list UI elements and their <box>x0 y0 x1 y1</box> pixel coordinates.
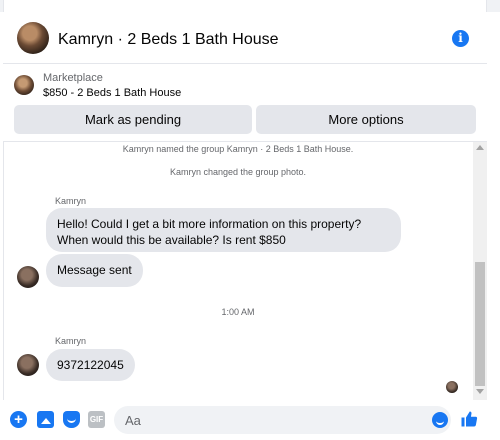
sender-avatar[interactable] <box>17 266 39 288</box>
plus-icon[interactable]: + <box>10 411 27 428</box>
scrollbar-thumb[interactable] <box>475 262 485 386</box>
chat-title[interactable]: Kamryn · 2 Beds 1 Bath House <box>58 31 279 49</box>
mark-as-pending-button[interactable]: Mark as pending <box>14 105 252 134</box>
sticker-icon[interactable] <box>63 411 80 428</box>
message-line: When would this be available? Is rent $8… <box>57 233 286 247</box>
group-avatar[interactable] <box>17 22 49 54</box>
system-message-photo-changed: Kamryn changed the group photo. <box>169 167 307 177</box>
marketplace-listing-card: Marketplace $850 - 2 Beds 1 Bath House M… <box>3 64 487 142</box>
scroll-up-arrow-icon[interactable] <box>476 145 484 150</box>
info-icon[interactable]: i <box>452 30 469 47</box>
listing-thumbnail[interactable] <box>14 75 34 95</box>
message-input-placeholder: Aa <box>125 413 141 428</box>
seen-receipt-avatar <box>446 381 458 393</box>
emoji-icon[interactable] <box>432 412 448 428</box>
photo-icon[interactable] <box>37 411 54 428</box>
chat-scrollbar[interactable] <box>473 142 487 400</box>
like-icon[interactable] <box>460 409 478 429</box>
message-timestamp: 1:00 AM <box>221 307 255 317</box>
system-message-renamed: Kamryn named the group Kamryn · 2 Beds 1… <box>122 144 354 154</box>
more-options-button[interactable]: More options <box>256 105 476 134</box>
gif-icon[interactable]: GIF <box>88 411 105 428</box>
message-sender-name: Kamryn <box>55 336 87 346</box>
message-composer: + GIF Aa <box>3 400 487 440</box>
message-line: Hello! Could I get a bit more informatio… <box>57 217 362 231</box>
message-sender-name: Kamryn <box>55 196 87 206</box>
scroll-down-arrow-icon[interactable] <box>476 389 484 394</box>
message-bubble[interactable]: Message sent <box>46 254 143 287</box>
message-input[interactable]: Aa <box>114 406 451 434</box>
listing-price-title[interactable]: $850 - 2 Beds 1 Bath House <box>43 87 181 99</box>
sender-avatar[interactable] <box>17 354 39 376</box>
chat-header: Kamryn · 2 Beds 1 Bath House i <box>3 12 487 64</box>
message-bubble[interactable]: 9372122045 <box>46 349 135 381</box>
message-bubble[interactable]: Hello! Could I get a bit more informatio… <box>46 208 401 252</box>
message-thread[interactable]: Kamryn named the group Kamryn · 2 Beds 1… <box>3 142 473 400</box>
listing-source-label: Marketplace <box>43 72 103 84</box>
